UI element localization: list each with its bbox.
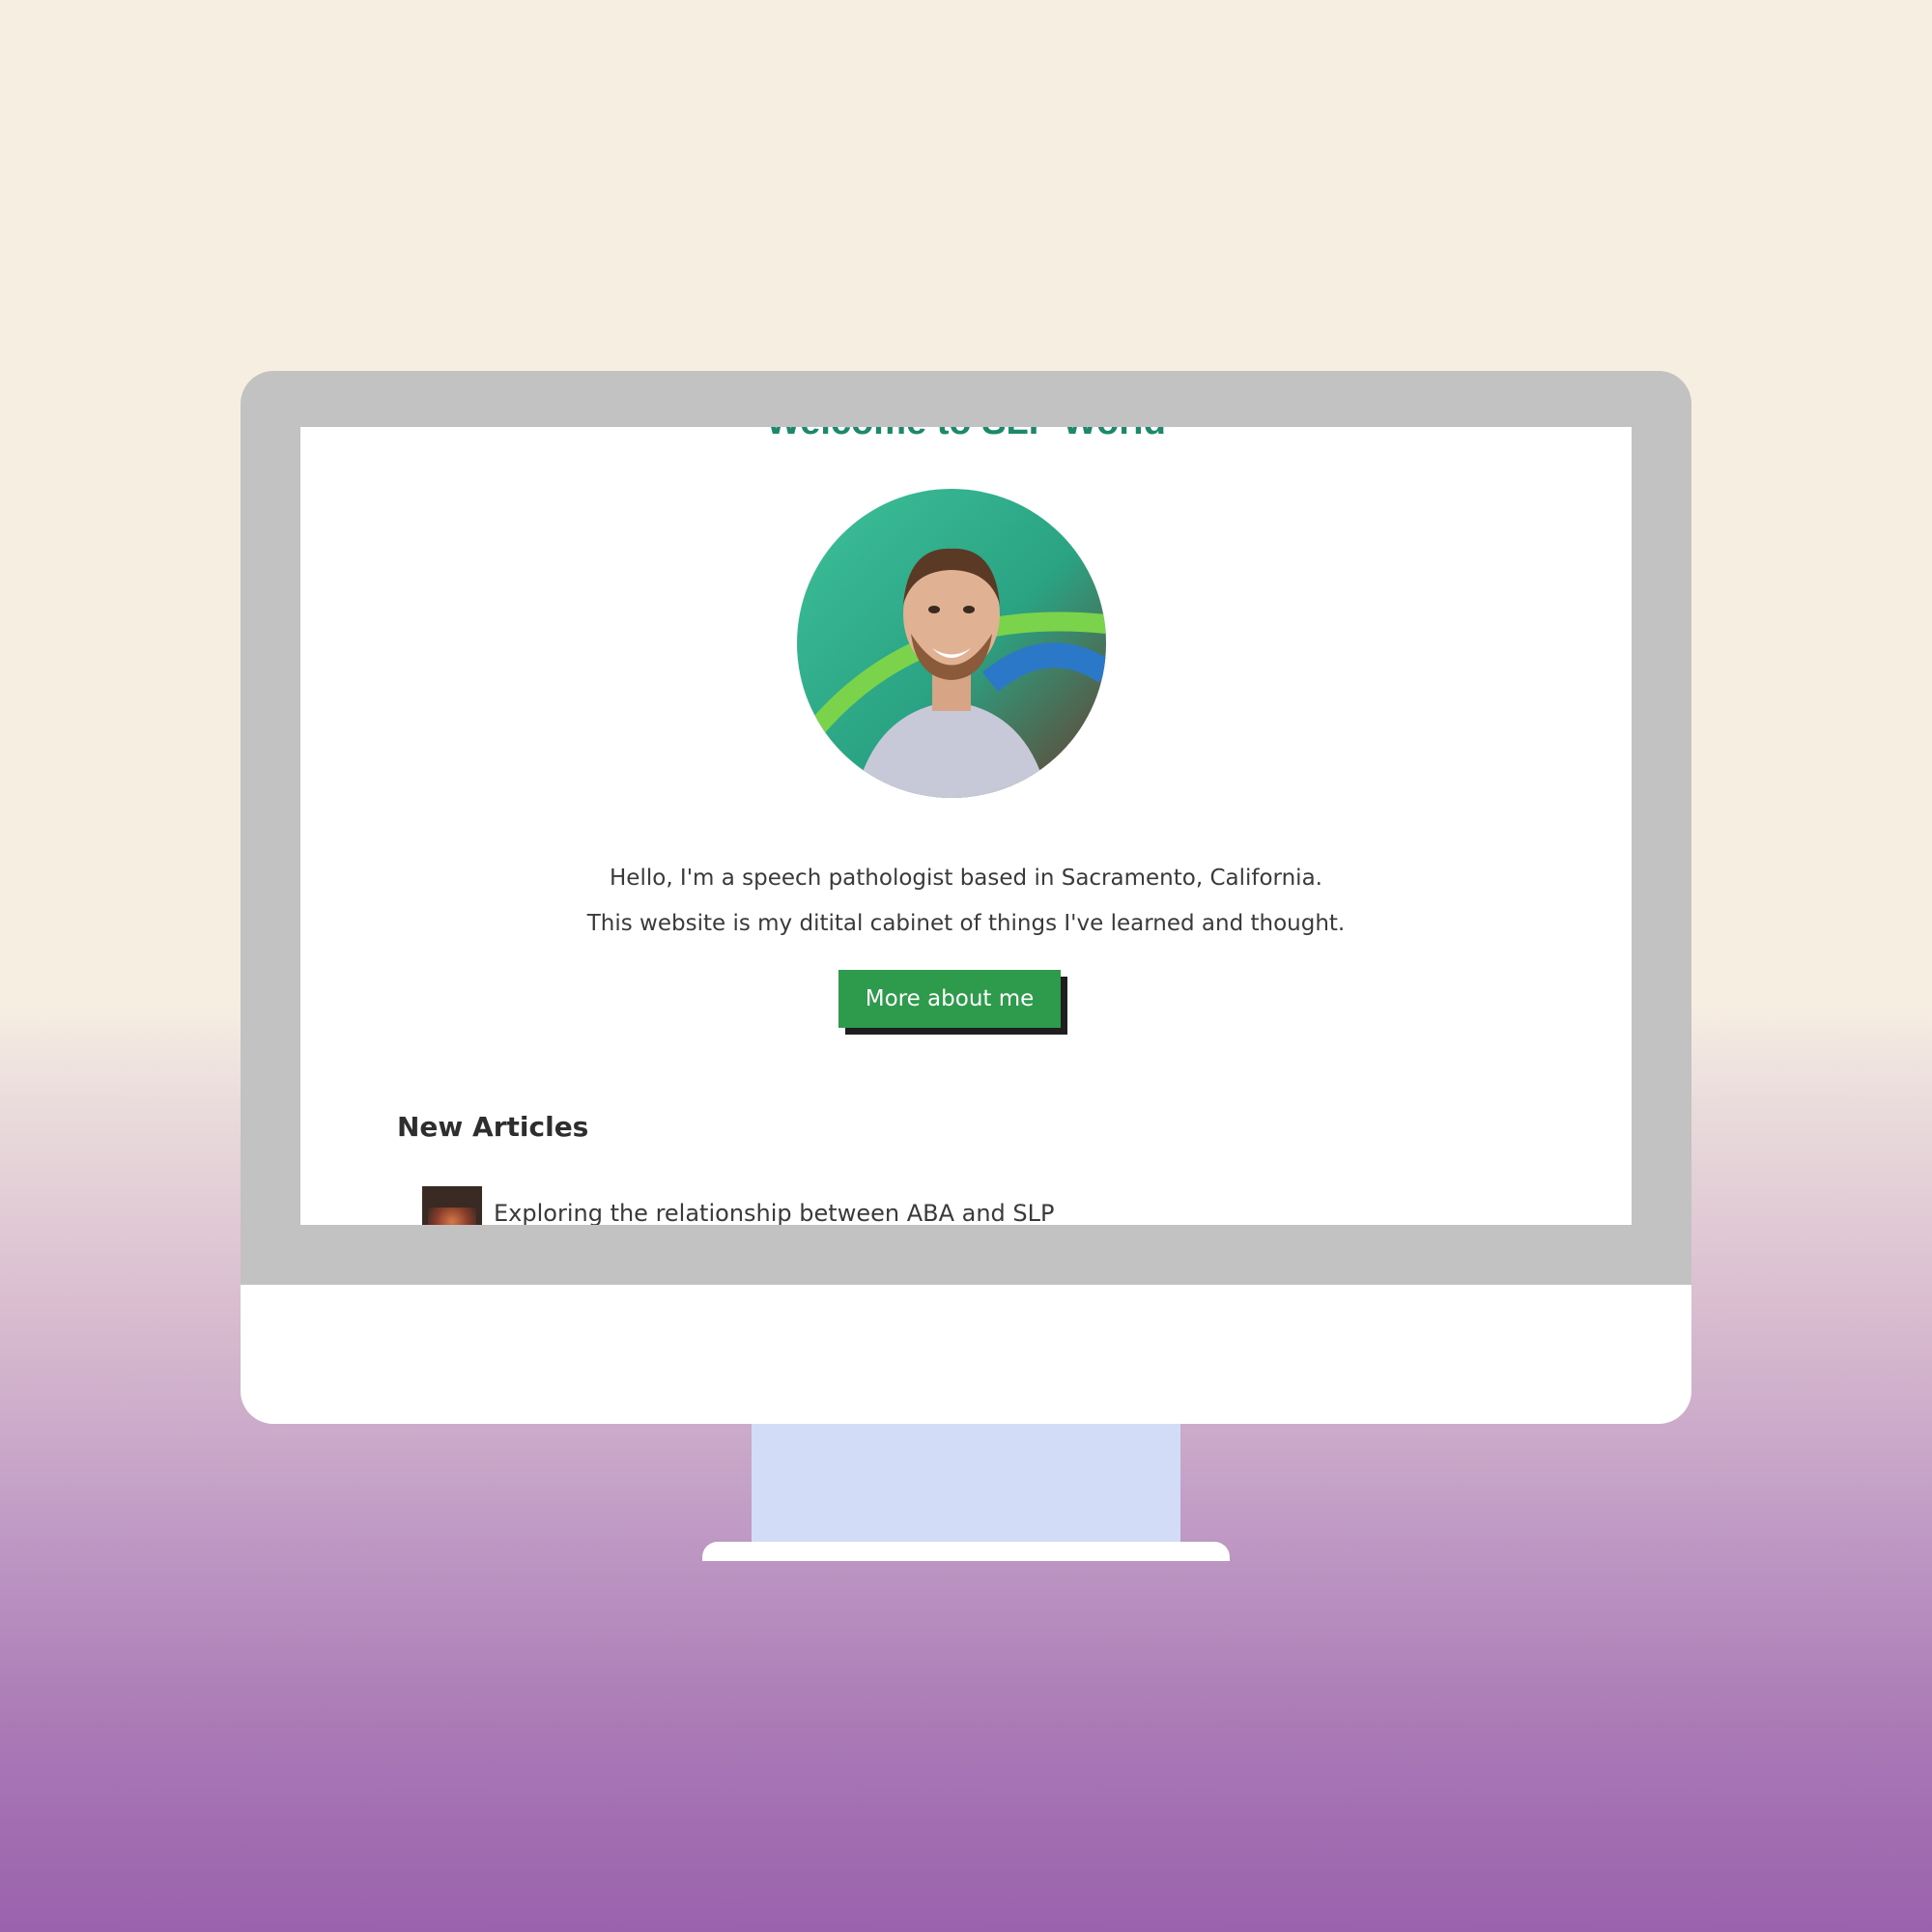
monitor-chin bbox=[241, 1285, 1691, 1424]
profile-photo bbox=[797, 489, 1106, 798]
desktop-monitor: Welcome to SLP World bbox=[241, 371, 1691, 1424]
intro-text-line2: This website is my ditital cabinet of th… bbox=[586, 911, 1346, 936]
monitor-stand bbox=[752, 1424, 1180, 1544]
page-title: Welcome to SLP World bbox=[300, 427, 1632, 443]
intro-text-line1: Hello, I'm a speech pathologist based in… bbox=[610, 866, 1322, 891]
article-title[interactable]: Exploring the relationship between ABA a… bbox=[494, 1200, 1054, 1225]
website-screen: Welcome to SLP World bbox=[300, 427, 1632, 1225]
article-list-item[interactable]: Exploring the relationship between ABA a… bbox=[422, 1186, 1054, 1225]
article-thumbnail bbox=[422, 1186, 482, 1225]
more-about-me-button[interactable]: More about me bbox=[838, 970, 1061, 1028]
monitor-stand-base bbox=[702, 1542, 1230, 1561]
new-articles-heading: New Articles bbox=[397, 1111, 589, 1143]
monitor-bezel: Welcome to SLP World bbox=[241, 371, 1691, 1285]
